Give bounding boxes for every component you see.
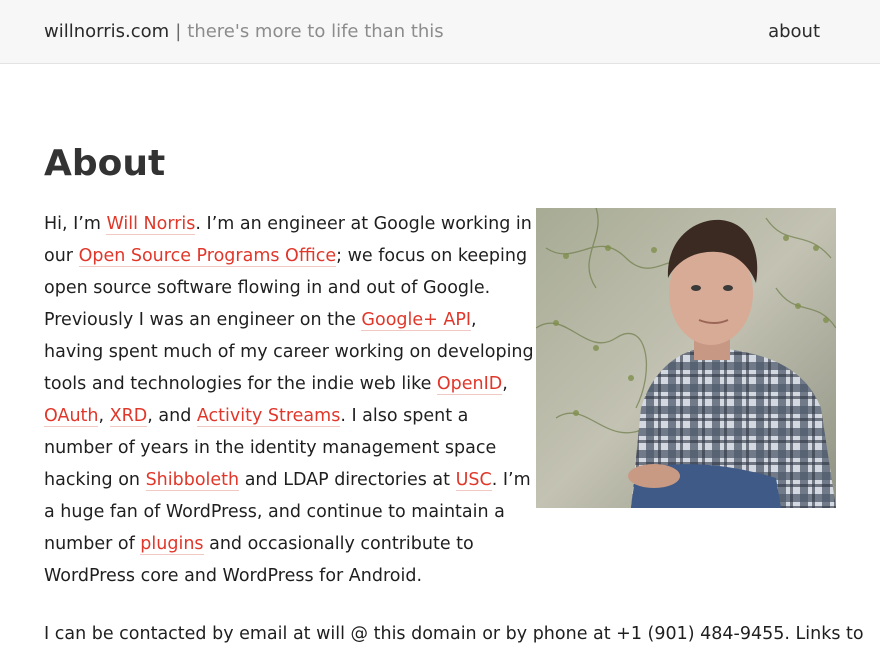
page-title: About xyxy=(44,143,166,184)
link-oauth[interactable]: OAuth xyxy=(44,406,99,427)
profile-photo xyxy=(536,208,836,508)
link-activity-streams[interactable]: Activity Streams xyxy=(196,406,341,427)
intro-text: and LDAP directories at xyxy=(239,470,456,490)
link-xrd[interactable]: XRD xyxy=(109,406,148,427)
contact-paragraph: I can be contacted by email at will @ th… xyxy=(44,624,864,644)
intro-text: , xyxy=(502,374,508,394)
link-openid[interactable]: OpenID xyxy=(436,374,503,395)
site-branding: willnorris.com | there's more to life than… xyxy=(44,20,444,44)
site-header: willnorris.com | there's more to life than… xyxy=(0,0,880,64)
intro-text: , and xyxy=(147,406,197,426)
intro-paragraph: Hi, I’m Will Norris. I’m an engineer at … xyxy=(44,208,536,592)
main-content: About Hi, I’m Will Norris. I’m an engine… xyxy=(44,140,864,644)
link-will-norris[interactable]: Will Norris xyxy=(106,214,196,235)
link-google-plus-api[interactable]: Google+ API xyxy=(361,310,472,331)
profile-photo-image xyxy=(536,208,836,508)
intro-text: , xyxy=(98,406,110,426)
site-tagline: there's more to life than this xyxy=(187,21,444,42)
link-open-source-programs-office[interactable]: Open Source Programs Office xyxy=(78,246,337,267)
nav-about-link[interactable]: about xyxy=(768,20,820,44)
link-usc[interactable]: USC xyxy=(455,470,492,491)
site-name-link[interactable]: willnorris.com xyxy=(44,21,169,42)
header-separator: | xyxy=(175,21,182,42)
intro-text: Hi, I’m xyxy=(44,214,107,234)
link-plugins[interactable]: plugins xyxy=(140,534,204,555)
link-shibboleth[interactable]: Shibboleth xyxy=(145,470,240,491)
